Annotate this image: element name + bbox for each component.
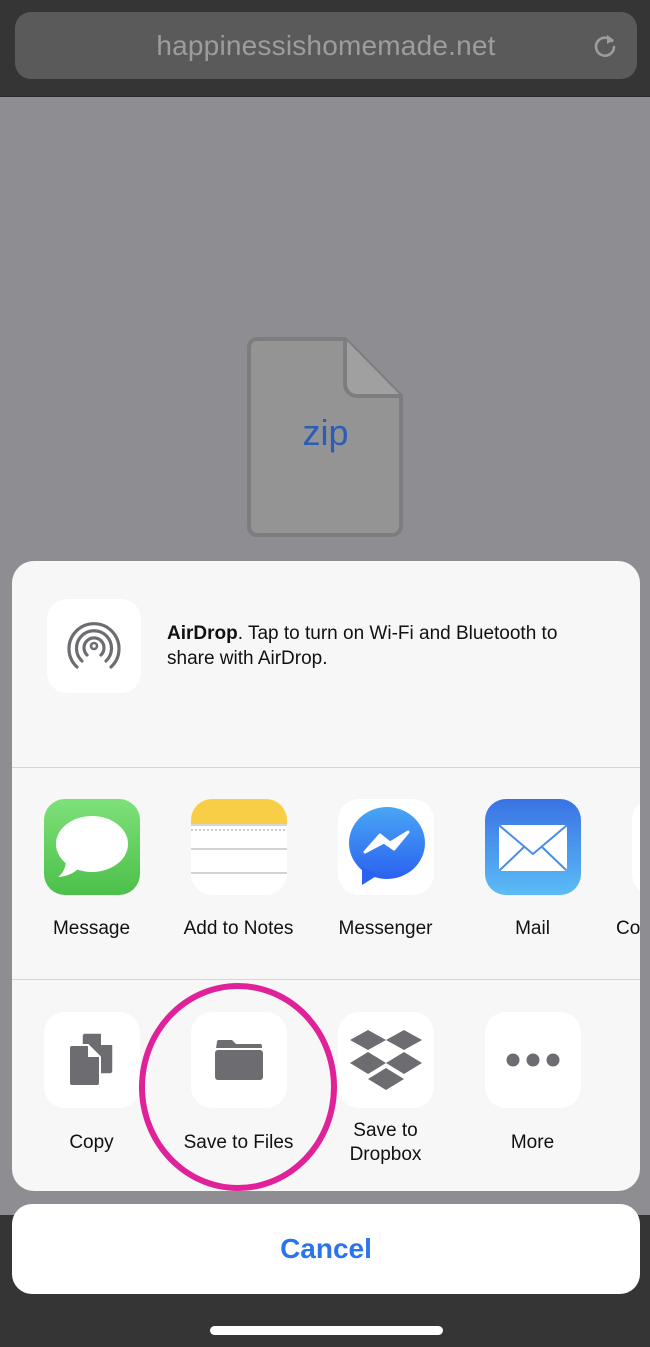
action-save-to-dropbox[interactable]: Save to Dropbox [312, 1012, 459, 1167]
share-app-notes[interactable]: Add to Notes [165, 799, 312, 941]
share-sheet: AirDrop. Tap to turn on Wi-Fi and Blueto… [12, 561, 640, 1191]
action-label: Save to Files [183, 1132, 294, 1153]
airdrop-section[interactable]: AirDrop. Tap to turn on Wi-Fi and Blueto… [12, 561, 640, 768]
reload-icon[interactable] [591, 32, 619, 60]
share-app-label: Mail [515, 918, 550, 939]
home-indicator[interactable] [210, 1326, 443, 1335]
dropbox-icon [337, 1012, 434, 1108]
action-label: More [510, 1132, 555, 1153]
action-label-line2: Dropbox [349, 1144, 422, 1165]
action-copy[interactable]: Copy [18, 1012, 165, 1155]
browser-top-bar: happinessishomemade.net [0, 0, 650, 97]
airdrop-message: AirDrop. Tap to turn on Wi-Fi and Blueto… [167, 621, 607, 671]
file-extension-label: zip [302, 412, 349, 453]
more-icon [484, 1012, 581, 1108]
mail-icon [484, 799, 581, 895]
share-app-label: Messenger [338, 918, 433, 939]
action-label-line1: Save to [353, 1120, 418, 1141]
folder-icon [190, 1012, 287, 1108]
action-more[interactable]: More [459, 1012, 606, 1155]
messenger-icon [337, 799, 434, 895]
airdrop-title: AirDrop [167, 623, 238, 644]
url-text: happinessishomemade.net [156, 29, 496, 61]
action-label: Save to Dropbox [312, 1119, 459, 1167]
airdrop-icon [47, 599, 141, 693]
address-bar[interactable]: happinessishomemade.net [15, 12, 637, 79]
share-app-label: Message [52, 918, 131, 939]
notes-icon [190, 799, 287, 895]
messages-icon [43, 799, 140, 895]
share-apps-row[interactable]: Message Add to Notes Messenger Mail Co [12, 769, 640, 980]
action-save-to-files[interactable]: Save to Files [165, 1012, 312, 1155]
cancel-button[interactable]: Cancel [12, 1204, 640, 1294]
copy-icon [43, 1012, 140, 1108]
share-app-label: Add to Notes [183, 918, 294, 939]
share-app-mail[interactable]: Mail [459, 799, 606, 941]
share-app-message[interactable]: Message [18, 799, 165, 941]
partial-app-icon [632, 799, 640, 895]
share-app-partial[interactable]: Co [606, 799, 640, 941]
action-label: Copy [69, 1132, 114, 1153]
share-app-messenger[interactable]: Messenger [312, 799, 459, 941]
share-app-label: Co [616, 918, 640, 939]
share-actions-row[interactable]: Copy Save to Files Save to Dropbox More [12, 981, 640, 1191]
